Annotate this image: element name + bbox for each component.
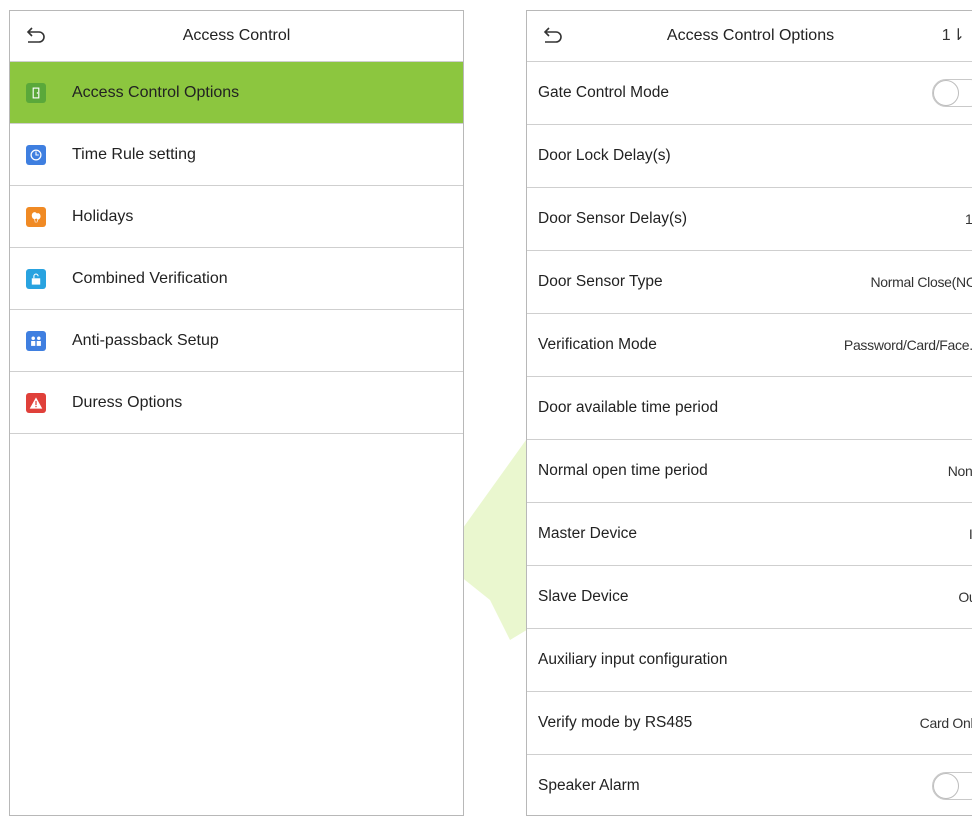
access-control-options-panel: Access Control Options 1⇂ Gate Control M… [526,10,972,816]
option-label: Door Sensor Delay(s) [538,210,688,227]
option-row-auxiliary-input-configuration[interactable]: Auxiliary input configuration [527,629,972,692]
access-control-menu: Access Control Access Control Options Tim… [9,10,464,816]
toggle-knob [933,773,959,799]
page-title: Access Control Options [666,27,835,44]
option-row-master-device[interactable]: Master DeviceIn [527,503,972,566]
option-label: Door Sensor Type [538,273,663,290]
page-title: Access Control [182,27,291,44]
option-value: 10 [965,211,972,227]
menu-item-duress-options[interactable]: Duress Options [10,372,463,434]
menu-item-label: Combined Verification [72,269,228,287]
padlock-icon [26,268,46,289]
options-list: Gate Control ModeDoor Lock Delay(s)5Door… [527,62,972,815]
option-row-normal-open-time-period[interactable]: Normal open time period None [527,440,972,503]
option-row-speaker-alarm[interactable]: Speaker Alarm [527,755,972,815]
warning-icon [26,392,46,413]
menu-item-combined-verification[interactable]: Combined Verification [10,248,463,310]
option-row-verify-mode-by-rs485[interactable]: Verify mode by RS485 Card Only [527,692,972,755]
menu-list: Access Control Options Time Rule setting H… [10,62,463,434]
option-label: Door Lock Delay(s) [538,147,671,164]
option-label: Verify mode by RS485 [538,714,693,731]
option-row-door-sensor-delay-s[interactable]: Door Sensor Delay(s) 10 [527,188,972,251]
option-row-verification-mode[interactable]: Verification Mode Password/Card/Face... [527,314,972,377]
toggle-knob [933,80,959,106]
page-indicator: 1⇂ [941,27,966,44]
option-label: Auxiliary input configuration [538,651,728,668]
balloon-icon [26,206,46,227]
option-value: Card Only [919,715,972,731]
menu-item-label: Holidays [72,207,134,225]
menu-item-label: Time Rule setting [72,145,196,163]
option-row-door-sensor-type[interactable]: Door Sensor Type Normal Close(NC) [527,251,972,314]
option-value: Out [958,589,972,605]
menu-item-label: Duress Options [72,393,183,411]
option-label: Door available time period [538,399,719,416]
option-label: Normal open time period [538,462,708,479]
title-bar: Access Control Options 1⇂ [527,11,972,62]
clock-icon [26,144,46,165]
people-icon [26,330,46,351]
menu-item-label: Access Control Options [72,83,240,101]
option-label: Speaker Alarm [538,777,640,794]
option-row-door-available-time-period[interactable]: Door available time period1 [527,377,972,440]
option-row-slave-device[interactable]: Slave Device Out [527,566,972,629]
option-row-door-lock-delay-s[interactable]: Door Lock Delay(s)5 [527,125,972,188]
door-icon [26,82,46,103]
menu-item-label: Anti-passback Setup [72,331,219,349]
menu-item-access-control-options[interactable]: Access Control Options [10,62,463,124]
option-value: Password/Card/Face... [843,337,972,353]
option-label: Verification Mode [538,336,657,353]
back-icon[interactable] [541,25,563,47]
back-icon[interactable] [24,25,46,47]
option-value: None [947,463,972,479]
menu-item-holidays[interactable]: Holidays [10,186,463,248]
option-value: Normal Close(NC) [870,274,972,290]
title-bar: Access Control [10,11,463,62]
toggle-switch[interactable] [932,79,972,107]
option-label: Slave Device [538,588,629,605]
toggle-switch[interactable] [932,772,972,800]
menu-item-anti-passback-setup[interactable]: Anti-passback Setup [10,310,463,372]
option-label: Master Device [538,525,638,542]
menu-item-time-rule-setting[interactable]: Time Rule setting [10,124,463,186]
option-label: Gate Control Mode [538,84,669,101]
option-row-gate-control-mode[interactable]: Gate Control Mode [527,62,972,125]
